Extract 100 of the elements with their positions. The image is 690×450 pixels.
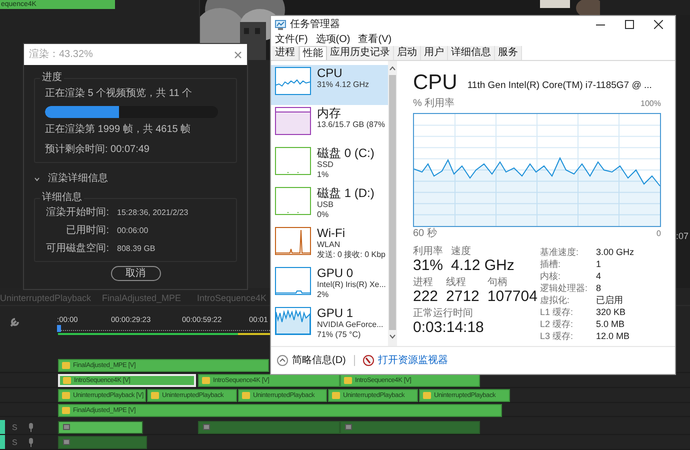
stat-value: 4.12 GHz xyxy=(451,257,514,274)
stat-value: 2712 xyxy=(446,288,480,305)
tab[interactable]: 进程 xyxy=(272,46,299,60)
resource-item[interactable]: 内存 13.6/15.7 GB (87% xyxy=(271,105,388,145)
solo-toggle[interactable]: S xyxy=(12,422,18,434)
spec-label: L2 缓存: xyxy=(540,318,574,330)
fx-badge-icon xyxy=(202,376,210,384)
tab[interactable]: 应用历史记录 xyxy=(327,46,394,60)
detail-label: 可用磁盘空间: xyxy=(45,243,109,255)
spec-value: 5.0 MB xyxy=(596,318,626,330)
resource-name: GPU 0 xyxy=(317,267,354,280)
tab[interactable]: 性能 xyxy=(299,46,327,60)
spec-label: L3 缓存: xyxy=(540,330,574,342)
spec-label: 逻辑处理器: xyxy=(540,282,589,294)
menu-item[interactable]: 查看(V) xyxy=(358,34,392,46)
wrench-icon xyxy=(9,316,21,328)
resource-detail: WLAN xyxy=(317,240,342,250)
audio-clip[interactable] xyxy=(58,436,147,450)
resource-monitor-link[interactable]: 打开资源监视器 xyxy=(362,354,448,366)
resource-name: 磁盘 1 (D:) xyxy=(317,187,374,200)
scrollbar-thumb[interactable] xyxy=(389,75,396,330)
menu-item[interactable]: 文件(F) xyxy=(275,34,308,46)
fx-badge-icon xyxy=(423,392,431,399)
panel-heading: CPU xyxy=(413,71,458,95)
detail-label: 渲染开始时间: xyxy=(45,207,109,219)
menu-item[interactable]: 选项(O) xyxy=(316,34,350,46)
fx-badge-icon xyxy=(345,424,352,430)
resource-name: 内存 xyxy=(317,107,342,120)
collapse-button[interactable]: 简略信息(D) xyxy=(277,354,346,366)
frames-text: 正在渲染第 1999 帧，共 4615 帧 xyxy=(45,124,192,136)
tab[interactable]: 用户 xyxy=(421,46,448,60)
maximize-icon xyxy=(625,20,634,29)
audio-clip[interactable] xyxy=(340,421,480,434)
remaining-time: 预计剩余时间: 00:07:49 xyxy=(45,144,150,156)
resource-detail: NVIDIA GeForce... xyxy=(317,320,384,330)
resource-name: Wi-Fi xyxy=(317,227,346,240)
resource-name: CPU xyxy=(317,67,344,80)
resource-detail: 发送: 0 接收: 0 Kbp xyxy=(317,250,386,260)
resource-detail: SSD xyxy=(317,160,334,170)
scroll-down-icon xyxy=(389,334,396,339)
scroll-up-icon xyxy=(389,66,396,71)
stat-label: 利用率 xyxy=(413,246,444,257)
resource-item[interactable]: 磁盘 0 (C:) SSD 1% xyxy=(271,145,388,185)
playhead-handle[interactable] xyxy=(57,324,61,332)
fx-badge-icon xyxy=(203,424,210,430)
close-icon xyxy=(654,20,663,29)
section-legend: 进度 xyxy=(40,72,64,84)
axis-label: 60 秒 xyxy=(413,228,437,240)
resource-name: GPU 1 xyxy=(317,307,354,320)
gauge-icon xyxy=(362,355,374,366)
axis-label: 100% xyxy=(640,98,661,110)
spec-value: 4 xyxy=(596,270,602,282)
chevron-icon xyxy=(34,176,40,182)
fx-badge-icon xyxy=(63,424,70,430)
processor-model: 11th Gen Intel(R) Core(TM) i7-1185G7 @ ... xyxy=(467,79,652,93)
tab[interactable]: 启动 xyxy=(394,46,421,60)
app-icon xyxy=(275,20,286,30)
resource-item[interactable]: GPU 1 NVIDIA GeForce... 71% (75 °C) xyxy=(271,305,388,345)
microphone-icon xyxy=(28,423,34,432)
axis-label: 0 xyxy=(656,228,661,240)
resource-detail: 13.6/15.7 GB (87% xyxy=(317,120,386,130)
spec-value: 3.00 GHz xyxy=(596,246,634,258)
close-icon xyxy=(234,50,242,58)
fx-badge-icon xyxy=(242,392,250,399)
stat-value: 222 xyxy=(413,288,438,305)
audio-clip[interactable] xyxy=(198,421,340,434)
spec-label: 基准速度: xyxy=(540,246,580,258)
dialog-title: 渲染：43.32% xyxy=(29,48,93,62)
resource-detail: 2% xyxy=(317,290,330,300)
spec-value: 已启用 xyxy=(596,294,624,306)
resource-item[interactable]: CPU 31% 4.12 GHz xyxy=(271,65,388,105)
stat-label: 速度 xyxy=(451,246,472,257)
status-text: 正在渲染 5 个视频预览，共 11 个 xyxy=(45,88,194,100)
chevron-up-icon xyxy=(277,355,288,366)
details-toggle[interactable]: 渲染详细信息 xyxy=(34,171,247,186)
resource-detail: 0% xyxy=(317,210,330,220)
spec-value: 320 KB xyxy=(596,306,627,318)
audio-clip[interactable] xyxy=(58,421,143,434)
detail-value: 15:28:36, 2021/2/23 xyxy=(117,207,190,219)
stat-value: 31% xyxy=(413,257,444,274)
solo-toggle[interactable]: S xyxy=(12,437,18,450)
spec-label: L1 缓存: xyxy=(540,306,574,318)
timecode: :07 xyxy=(676,231,689,242)
spec-label: 插槽: xyxy=(540,258,562,270)
tab[interactable]: 服务 xyxy=(495,46,522,60)
cancel-button[interactable]: 取消 xyxy=(110,266,160,281)
resource-detail: 71% (75 °C) xyxy=(317,330,362,340)
stat-value: 107704 xyxy=(487,288,538,305)
tab[interactable]: 详细信息 xyxy=(448,46,495,60)
resource-detail: 31% 4.12 GHz xyxy=(317,80,370,90)
spec-value: 12.0 MB xyxy=(596,330,631,342)
detail-value: 00:06:00 xyxy=(117,225,150,237)
resource-name: 磁盘 0 (C:) xyxy=(317,147,374,160)
resource-item[interactable]: Wi-Fi WLAN 发送: 0 接收: 0 Kbp xyxy=(271,225,388,265)
stat-label: 正常运行时间 xyxy=(413,308,474,319)
scrollbar[interactable] xyxy=(388,61,397,346)
spec-value: 8 xyxy=(596,282,602,294)
resource-item[interactable]: GPU 0 Intel(R) Iris(R) Xe... 2% xyxy=(271,265,388,305)
resource-item[interactable]: 磁盘 1 (D:) USB 0% xyxy=(271,185,388,225)
stat-label: 进程 xyxy=(413,277,434,288)
